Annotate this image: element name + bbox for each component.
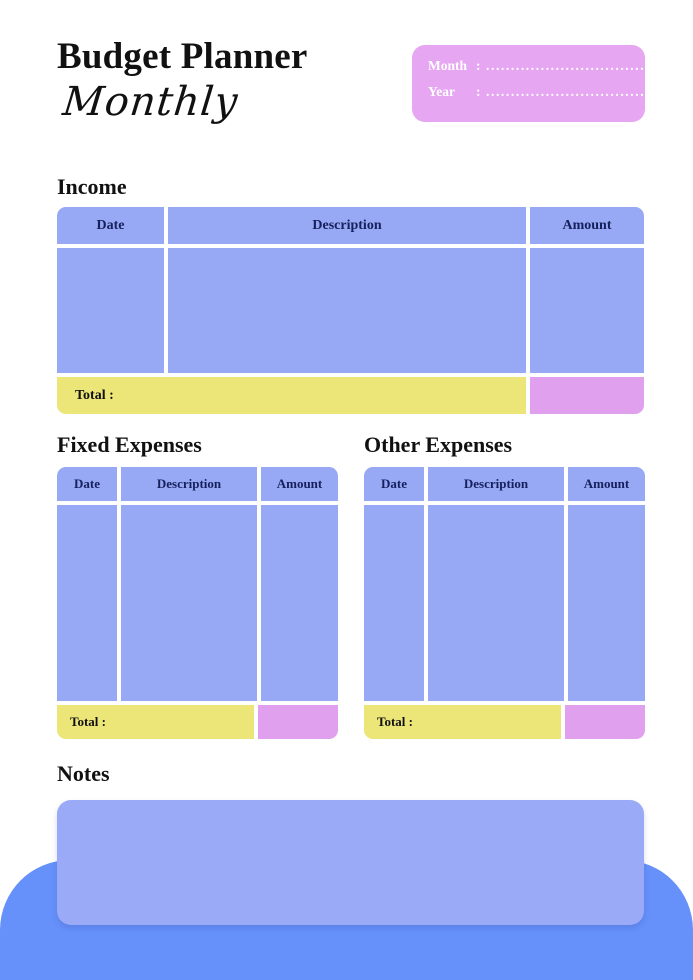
income-header-description: Description bbox=[168, 207, 526, 244]
other-expenses-section-title: Other Expenses bbox=[364, 432, 513, 457]
other-total-value[interactable] bbox=[565, 705, 645, 739]
month-row: Month : ................................… bbox=[428, 58, 645, 84]
fixed-expenses-section-title: Fixed Expenses bbox=[57, 432, 202, 457]
fixed-total-label: Total : bbox=[57, 705, 254, 739]
month-input[interactable]: ................................... bbox=[486, 58, 645, 74]
fixed-header-date: Date bbox=[57, 467, 117, 501]
fixed-date-field[interactable] bbox=[57, 505, 117, 701]
other-header-amount: Amount bbox=[568, 467, 645, 501]
other-header-date: Date bbox=[364, 467, 424, 501]
income-header-amount: Amount bbox=[530, 207, 644, 244]
fixed-header-amount: Amount bbox=[261, 467, 338, 501]
fixed-amount-field[interactable] bbox=[261, 505, 338, 701]
income-date-field[interactable] bbox=[57, 248, 164, 373]
income-header-date: Date bbox=[57, 207, 164, 244]
other-description-field[interactable] bbox=[428, 505, 564, 701]
year-label: Year bbox=[428, 84, 455, 99]
year-row: Year : .................................… bbox=[428, 84, 645, 110]
income-table-header-row: Date Description Amount bbox=[57, 207, 644, 244]
notes-field[interactable] bbox=[57, 800, 644, 925]
other-expenses-table: Date Description Amount Total : bbox=[364, 467, 645, 739]
budget-planner-page: Budget Planner Monthly Month : .........… bbox=[0, 0, 693, 980]
fixed-total-row: Total : bbox=[57, 705, 338, 739]
income-total-row: Total : bbox=[57, 377, 644, 414]
fixed-total-value[interactable] bbox=[258, 705, 338, 739]
other-header-description: Description bbox=[428, 467, 564, 501]
fixed-header-description: Description bbox=[121, 467, 257, 501]
income-section-title: Income bbox=[57, 174, 127, 199]
month-year-box: Month : ................................… bbox=[412, 45, 645, 122]
income-table-body bbox=[57, 248, 644, 373]
other-table-header-row: Date Description Amount bbox=[364, 467, 645, 501]
other-date-field[interactable] bbox=[364, 505, 424, 701]
page-title: Budget Planner bbox=[57, 36, 308, 77]
fixed-description-field[interactable] bbox=[121, 505, 257, 701]
page-subtitle: Monthly bbox=[60, 79, 241, 125]
notes-section-title: Notes bbox=[57, 761, 110, 786]
title-block: Budget Planner Monthly bbox=[57, 38, 308, 127]
income-amount-field[interactable] bbox=[530, 248, 644, 373]
fixed-expenses-table: Date Description Amount Total : bbox=[57, 467, 338, 739]
other-amount-field[interactable] bbox=[568, 505, 645, 701]
month-label: Month bbox=[428, 58, 468, 73]
year-input[interactable]: ................................... bbox=[486, 84, 645, 100]
year-colon: : bbox=[476, 84, 481, 99]
month-colon: : bbox=[476, 58, 481, 73]
income-description-field[interactable] bbox=[168, 248, 526, 373]
fixed-table-header-row: Date Description Amount bbox=[57, 467, 338, 501]
other-table-body bbox=[364, 505, 645, 701]
income-total-value[interactable] bbox=[530, 377, 644, 414]
page-header: Budget Planner Monthly Month : .........… bbox=[0, 0, 693, 160]
income-total-label: Total : bbox=[57, 377, 526, 414]
income-table: Date Description Amount Total : bbox=[57, 207, 644, 414]
fixed-table-body bbox=[57, 505, 338, 701]
other-total-label: Total : bbox=[364, 705, 561, 739]
other-total-row: Total : bbox=[364, 705, 645, 739]
